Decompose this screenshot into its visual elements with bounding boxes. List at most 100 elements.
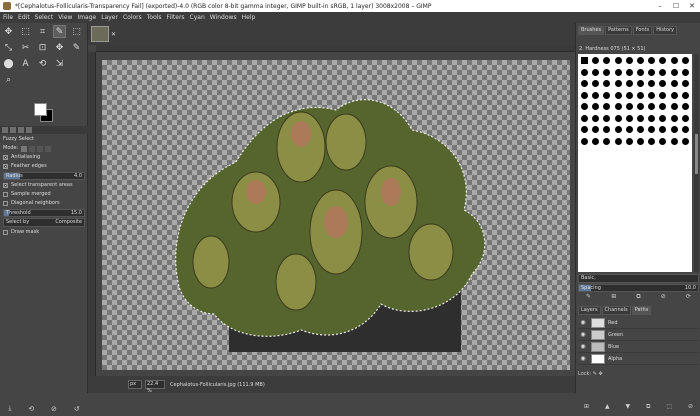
- crop-tool-icon[interactable]: ⬚: [70, 25, 83, 38]
- brush-item[interactable]: [614, 91, 622, 99]
- brush-item[interactable]: [592, 80, 600, 87]
- tab-paths[interactable]: Paths: [631, 306, 652, 315]
- menu-layer[interactable]: Layer: [101, 14, 118, 21]
- heal-tool-icon[interactable]: ⟲: [36, 57, 49, 70]
- brush-item[interactable]: [681, 126, 689, 133]
- foreground-color-swatch[interactable]: [34, 103, 47, 116]
- menu-cyan[interactable]: Cyan: [190, 14, 205, 21]
- brush-item[interactable]: [648, 91, 656, 99]
- images-tab-icon[interactable]: [26, 127, 32, 133]
- brush-item[interactable]: [637, 103, 645, 110]
- brush-item[interactable]: [681, 68, 689, 76]
- eye-icon[interactable]: ◉: [578, 319, 588, 326]
- close-button[interactable]: ✕: [684, 0, 700, 12]
- rect-select-tool-icon[interactable]: ⬚: [19, 25, 32, 38]
- duplicate-channel-icon[interactable]: ⧉: [646, 403, 650, 413]
- delete-brush-icon[interactable]: ⊘: [661, 293, 666, 301]
- brush-item[interactable]: [592, 114, 600, 122]
- tool-options-tab-icon[interactable]: [2, 127, 8, 133]
- sample-merged-option[interactable]: Sample merged: [0, 190, 88, 199]
- brush-item[interactable]: [659, 126, 667, 133]
- cage-tool-icon[interactable]: ⊡: [36, 41, 49, 54]
- brush-item[interactable]: [625, 103, 633, 110]
- new-channel-icon[interactable]: ⊞: [584, 403, 589, 413]
- restore-options-icon[interactable]: ⟲: [28, 405, 34, 413]
- brush-item[interactable]: [670, 126, 678, 133]
- menu-view[interactable]: View: [58, 14, 72, 21]
- brush-item[interactable]: [637, 68, 645, 76]
- menu-image[interactable]: Image: [77, 14, 96, 21]
- channel-row[interactable]: ◉ Blue: [578, 341, 699, 353]
- menu-edit[interactable]: Edit: [18, 14, 30, 21]
- brush-item[interactable]: [670, 91, 678, 99]
- menu-help[interactable]: Help: [242, 14, 256, 21]
- brush-item[interactable]: [681, 91, 689, 99]
- threshold-slider[interactable]: Threshold 15.0: [3, 209, 85, 217]
- raise-channel-icon[interactable]: ▲: [605, 403, 610, 413]
- brush-item[interactable]: [625, 91, 633, 99]
- mode-intersect-icon[interactable]: [45, 145, 52, 152]
- mode-replace-icon[interactable]: [21, 145, 28, 152]
- brush-item[interactable]: [603, 126, 611, 133]
- brush-item[interactable]: [592, 137, 600, 145]
- brush-item[interactable]: [648, 80, 656, 87]
- brush-item[interactable]: [614, 57, 622, 64]
- brush-item[interactable]: [625, 80, 633, 87]
- brush-item[interactable]: [681, 57, 689, 64]
- mode-add-icon[interactable]: [29, 145, 36, 152]
- brush-item[interactable]: [625, 114, 633, 122]
- brush-item[interactable]: [581, 91, 589, 99]
- image-canvas[interactable]: [96, 52, 575, 376]
- zoom-tool-icon[interactable]: ⌕: [2, 73, 15, 86]
- free-select-tool-icon[interactable]: ⌗: [36, 25, 49, 38]
- eye-icon[interactable]: ◉: [578, 331, 588, 338]
- spacing-slider[interactable]: Spacing 10.0: [578, 284, 699, 292]
- brush-item[interactable]: [681, 103, 689, 110]
- brush-item[interactable]: [581, 68, 589, 76]
- tab-history[interactable]: History: [653, 25, 678, 35]
- minimize-button[interactable]: –: [652, 0, 668, 12]
- color-swatches[interactable]: [34, 103, 54, 123]
- transform-tool-icon[interactable]: ⤡: [2, 41, 15, 54]
- brush-item[interactable]: [614, 114, 622, 122]
- refresh-brushes-icon[interactable]: ⟳: [686, 293, 691, 301]
- brush-scrollbar-thumb[interactable]: [695, 134, 698, 174]
- brush-item[interactable]: [603, 57, 611, 64]
- brush-item[interactable]: [592, 103, 600, 110]
- text-tool-icon[interactable]: A: [19, 57, 32, 70]
- mode-subtract-icon[interactable]: [37, 145, 44, 152]
- menu-tools[interactable]: Tools: [147, 14, 162, 21]
- brush-item[interactable]: [681, 114, 689, 122]
- brush-item[interactable]: [603, 114, 611, 122]
- brush-item[interactable]: [637, 57, 645, 64]
- smudge-tool-icon[interactable]: ⇲: [53, 57, 66, 70]
- brush-item[interactable]: [637, 137, 645, 145]
- image-tab-close-icon[interactable]: ✕: [111, 31, 116, 38]
- tab-channels[interactable]: Channels: [601, 306, 631, 315]
- brush-item[interactable]: [614, 80, 622, 87]
- menu-select[interactable]: Select: [35, 14, 54, 21]
- brush-item[interactable]: [614, 103, 622, 110]
- diagonal-neighbors-option[interactable]: Diagonal neighbors: [0, 199, 88, 208]
- brush-item[interactable]: [581, 137, 589, 145]
- brush-item[interactable]: [581, 80, 589, 87]
- new-brush-icon[interactable]: ⊞: [611, 293, 616, 301]
- feather-checkbox[interactable]: ✕: [3, 164, 8, 169]
- menu-file[interactable]: File: [3, 14, 13, 21]
- brush-item[interactable]: [603, 68, 611, 76]
- radius-slider[interactable]: Radius 4.0: [3, 172, 85, 180]
- brush-item[interactable]: [648, 126, 656, 133]
- brush-item[interactable]: [592, 68, 600, 76]
- brush-item[interactable]: [603, 103, 611, 110]
- brush-item[interactable]: [659, 91, 667, 99]
- horizontal-ruler[interactable]: [96, 45, 575, 52]
- brush-item[interactable]: [581, 114, 589, 122]
- scissors-tool-icon[interactable]: ✂: [19, 41, 32, 54]
- undo-history-tab-icon[interactable]: [18, 127, 24, 133]
- brush-item[interactable]: [592, 91, 600, 99]
- brush-item[interactable]: [670, 57, 678, 64]
- brush-item[interactable]: [670, 137, 678, 145]
- brush-item[interactable]: [625, 68, 633, 76]
- brush-item[interactable]: [625, 137, 633, 145]
- brush-preset-field[interactable]: Basic,: [578, 274, 699, 283]
